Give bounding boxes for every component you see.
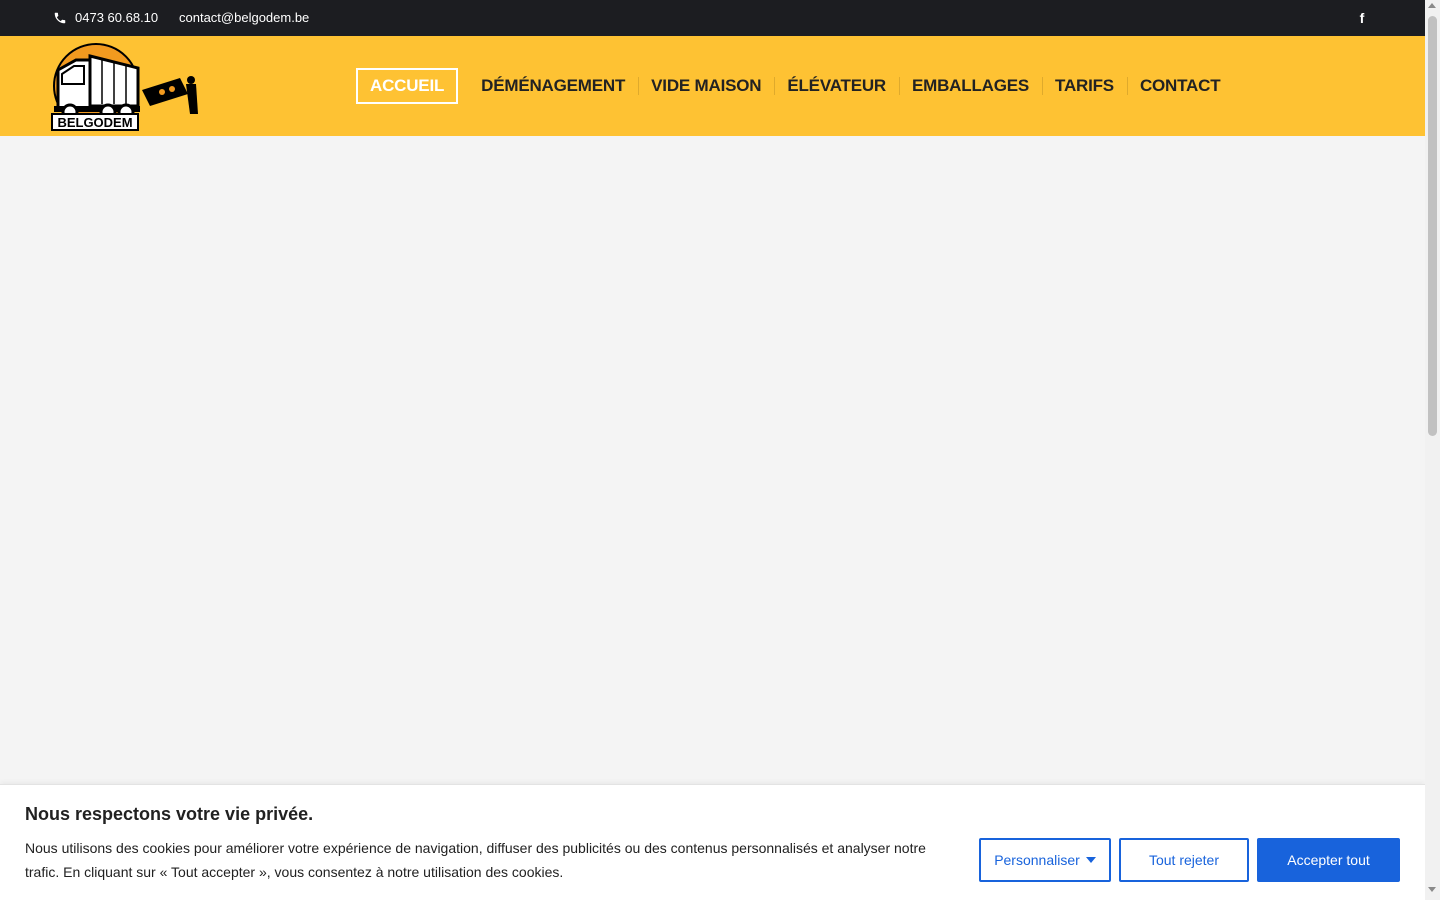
belgodem-logo-graphic: BELGODEM <box>51 43 198 131</box>
top-contact-bar: 0473 60.68.10 contact@belgodem.be f <box>0 0 1425 36</box>
scroll-down-arrow-icon[interactable] <box>1428 887 1436 892</box>
nav-item-vide-maison[interactable]: VIDE MAISON <box>638 68 774 104</box>
nav-item-accueil[interactable]: ACCUEIL <box>356 68 459 104</box>
email-link[interactable]: contact@belgodem.be <box>179 10 309 25</box>
caret-down-icon <box>1085 857 1096 863</box>
cookie-consent-banner: Nous respectons votre vie privée. Nous u… <box>0 784 1425 900</box>
accept-all-button[interactable]: Accepter tout <box>1257 838 1400 882</box>
customize-button-label: Personnaliser <box>994 852 1080 868</box>
cookie-description: Nous utilisons des cookies pour améliore… <box>25 840 926 880</box>
site-logo[interactable]: BELGODEM <box>50 40 200 132</box>
logo-brand-text: BELGODEM <box>57 115 132 130</box>
cookie-title: Nous respectons votre vie privée. <box>25 804 314 824</box>
phone-icon <box>54 12 66 23</box>
scroll-up-arrow-icon[interactable] <box>1428 3 1436 8</box>
reject-all-button[interactable]: Tout rejeter <box>1119 838 1249 882</box>
main-navigation: ACCUEIL DÉMÉNAGEMENT VIDE MAISON ÉLÉVATE… <box>356 68 1233 104</box>
phone-link[interactable]: 0473 60.68.10 <box>53 10 158 25</box>
page-scrollbar[interactable] <box>1425 0 1440 900</box>
scrollbar-thumb[interactable] <box>1428 16 1437 436</box>
nav-item-tarifs[interactable]: TARIFS <box>1042 68 1127 104</box>
nav-item-contact[interactable]: CONTACT <box>1126 68 1233 104</box>
phone-number: 0473 60.68.10 <box>75 10 159 25</box>
nav-item-demenagement[interactable]: DÉMÉNAGEMENT <box>468 68 638 104</box>
customize-button[interactable]: Personnaliser <box>979 838 1111 882</box>
nav-item-elevateur[interactable]: ÉLÉVATEUR <box>774 68 899 104</box>
facebook-icon[interactable]: f <box>1356 9 1368 27</box>
site-header: BELGODEM ACCUEIL DÉMÉNAGEMENT VIDE MAISO… <box>0 36 1425 136</box>
main-content-area <box>0 136 1425 784</box>
nav-item-emballages[interactable]: EMBALLAGES <box>899 68 1042 104</box>
